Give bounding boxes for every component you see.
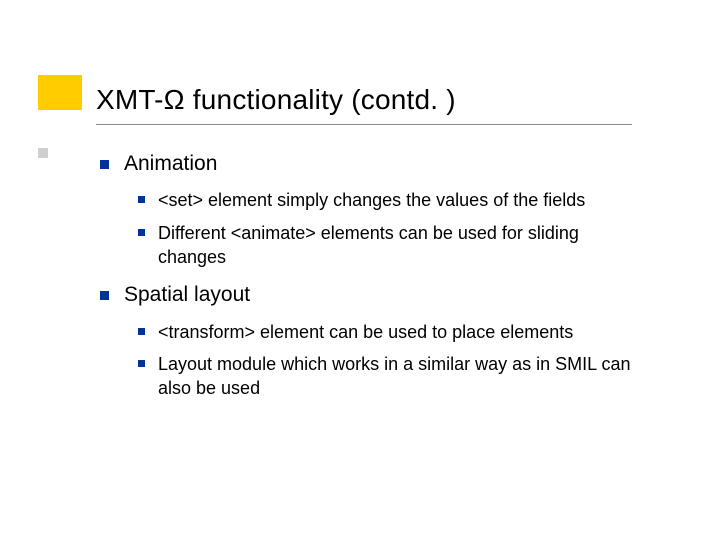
bullet-text: Layout module which works in a similar w… [158,354,631,398]
slide: XMT-Ω functionality (contd. ) Animation … [0,0,720,540]
bullet-level2: <set> element simply changes the values … [130,188,650,212]
bullet-label: Spatial layout [124,283,250,306]
title-underline [96,124,632,125]
bullet-label: Animation [124,152,217,175]
bullet-level2: Different <animate> elements can be used… [130,221,650,270]
slide-body: Animation <set> element simply changes t… [90,150,650,412]
bullet-level2: Layout module which works in a similar w… [130,352,650,401]
bullet-text: Different <animate> elements can be used… [158,223,579,267]
bullet-text: <set> element simply changes the values … [158,190,585,210]
bullet-level1: Spatial layout <transform> element can b… [90,281,650,400]
bullet-level2: <transform> element can be used to place… [130,320,650,344]
bullet-text: <transform> element can be used to place… [158,322,573,342]
slide-title: XMT-Ω functionality (contd. ) [96,84,456,116]
decor-yellow-block [38,75,82,110]
bullet-level1: Animation <set> element simply changes t… [90,150,650,269]
decor-gray-square [38,148,48,158]
